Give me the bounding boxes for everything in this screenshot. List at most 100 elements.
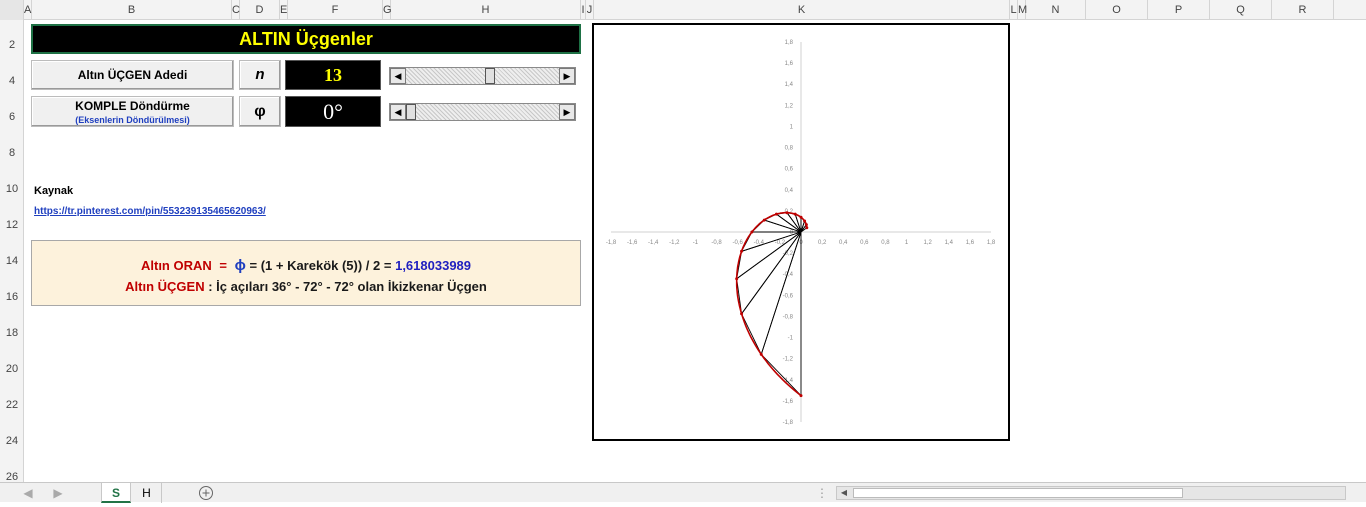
- spiral-point: [804, 223, 808, 227]
- sheet-tab-s[interactable]: S: [101, 483, 131, 503]
- x-tick-label: -0,4: [754, 240, 765, 246]
- rotate-value: 0°: [323, 99, 343, 124]
- chart-frame[interactable]: -1,8 -1,6 -1,4 -1,2 -1 -0,8 -0,6 -0,4 -0,2 0 0,2 0,…: [592, 23, 1010, 441]
- rotate-symbol: φ: [254, 103, 266, 120]
- row-4[interactable]: 4: [0, 75, 24, 87]
- count-slider-right-arrow-icon[interactable]: ▶: [559, 68, 575, 84]
- row-24[interactable]: 24: [0, 435, 24, 447]
- column-h[interactable]: H: [391, 0, 581, 20]
- row-10[interactable]: 10: [0, 183, 24, 195]
- column-q[interactable]: Q: [1210, 0, 1272, 20]
- column-l[interactable]: L: [1010, 0, 1018, 20]
- tab-nav-next-icon[interactable]: ▶: [50, 483, 66, 503]
- count-symbol-cell[interactable]: n: [239, 60, 281, 90]
- x-tick-label: -0,6: [732, 240, 743, 246]
- row-8[interactable]: 8: [0, 147, 24, 159]
- y-tick-label: -1,8: [783, 420, 794, 426]
- x-tick-label: -0,8: [711, 240, 722, 246]
- x-tick-label: -1,2: [669, 240, 680, 246]
- y-tick-label: -0,4: [783, 272, 794, 278]
- spiral-point: [750, 230, 754, 234]
- spiral-point: [799, 394, 803, 398]
- spiral-point: [785, 211, 789, 215]
- column-p[interactable]: P: [1148, 0, 1210, 20]
- golden-ratio-label: Altın ORAN: [140, 258, 212, 273]
- column-header: A B C D E F G H I J K L M N O P Q R: [0, 0, 1366, 20]
- row-16[interactable]: 16: [0, 291, 24, 303]
- horizontal-scrollbar[interactable]: ◀: [836, 486, 1346, 500]
- x-tick-label: 1,6: [966, 240, 975, 246]
- hscroll-left-arrow-icon[interactable]: ◀: [837, 487, 851, 499]
- rotate-label-button[interactable]: KOMPLE Döndürme (Eksenlerin Döndürülmesi…: [31, 96, 234, 127]
- spiral-point: [740, 249, 744, 253]
- sheet-tab-h-label: H: [142, 486, 151, 500]
- count-label: Altın ÜÇGEN Adedi: [77, 68, 188, 82]
- row-12[interactable]: 12: [0, 219, 24, 231]
- column-f[interactable]: F: [288, 0, 383, 20]
- select-all-corner[interactable]: [0, 0, 24, 20]
- y-tick-label: -1,2: [783, 357, 794, 363]
- sheet-tab-s-label: S: [111, 486, 120, 500]
- spiral-point: [774, 212, 778, 216]
- x-tick-label: -1,6: [627, 240, 638, 246]
- x-tick-label: 0,4: [839, 240, 848, 246]
- column-k[interactable]: K: [594, 0, 1010, 20]
- golden-ratio-line: Altın ORAN = ϕ = (1 + Karekök (5)) / 2 =…: [32, 255, 580, 276]
- row-22[interactable]: 22: [0, 399, 24, 411]
- row-14[interactable]: 14: [0, 255, 24, 267]
- spiral-point: [762, 218, 766, 222]
- count-symbol: n: [255, 66, 265, 83]
- column-c[interactable]: C: [232, 0, 240, 20]
- count-slider-left-arrow-icon[interactable]: ◀: [390, 68, 406, 84]
- rotate-slider[interactable]: ◀ ▶: [389, 103, 576, 121]
- column-a[interactable]: A: [24, 0, 32, 20]
- tab-split-handle-icon[interactable]: ⋮: [816, 483, 828, 503]
- row-6[interactable]: 6: [0, 111, 24, 123]
- y-tick-label: 1,6: [785, 61, 794, 67]
- rotate-symbol-cell[interactable]: φ: [239, 96, 281, 127]
- golden-triangle-chart[interactable]: -1,8 -1,6 -1,4 -1,2 -1 -0,8 -0,6 -0,4 -0,2 0 0,2 0,…: [594, 25, 1008, 439]
- row-20[interactable]: 20: [0, 363, 24, 375]
- rotate-slider-left-arrow-icon[interactable]: ◀: [390, 104, 406, 120]
- title-banner[interactable]: ALTIN Üçgenler: [31, 24, 581, 54]
- info-box: Altın ORAN = ϕ = (1 + Karekök (5)) / 2 =…: [31, 240, 581, 306]
- column-b[interactable]: B: [32, 0, 232, 20]
- x-tick-label: -0,2: [775, 240, 786, 246]
- count-label-button[interactable]: Altın ÜÇGEN Adedi: [31, 60, 234, 90]
- x-tick-label: 0,2: [818, 240, 827, 246]
- hscroll-thumb[interactable]: [853, 488, 1183, 498]
- column-o[interactable]: O: [1086, 0, 1148, 20]
- y-tick-label: -1: [788, 336, 794, 342]
- column-r[interactable]: R: [1272, 0, 1334, 20]
- rotate-slider-right-arrow-icon[interactable]: ▶: [559, 104, 575, 120]
- row-18[interactable]: 18: [0, 327, 24, 339]
- column-n[interactable]: N: [1026, 0, 1086, 20]
- count-slider[interactable]: ◀ ▶: [389, 67, 576, 85]
- sheet-tab-h[interactable]: H: [132, 483, 162, 503]
- y-tick-label: 0,4: [785, 188, 794, 194]
- column-j[interactable]: J: [586, 0, 594, 20]
- golden-spiral-curve: [735, 211, 808, 397]
- spiral-point: [805, 226, 809, 230]
- golden-ratio-eq: =: [219, 258, 227, 273]
- column-e[interactable]: E: [280, 0, 288, 20]
- row-2[interactable]: 2: [0, 39, 24, 51]
- spiral-point: [740, 312, 744, 316]
- x-tick-label: 1,2: [923, 240, 932, 246]
- plus-circle-icon[interactable]: [196, 483, 216, 503]
- y-tick-label: -0,6: [783, 293, 794, 299]
- rotate-slider-thumb[interactable]: [406, 104, 416, 120]
- y-tick-label: -0,8: [783, 314, 794, 320]
- row-header: 2 4 6 8 10 12 14 16 18 20 22 24 26: [0, 20, 24, 483]
- source-link[interactable]: https://tr.pinterest.com/pin/55323913546…: [34, 206, 266, 217]
- column-m[interactable]: M: [1018, 0, 1027, 20]
- column-d[interactable]: D: [240, 0, 280, 20]
- spiral-point: [759, 352, 763, 356]
- tab-nav-prev-icon[interactable]: ◀: [20, 483, 36, 503]
- count-slider-thumb[interactable]: [484, 68, 495, 84]
- count-value-display: 13: [285, 60, 381, 90]
- column-g[interactable]: G: [383, 0, 392, 20]
- spiral-point: [799, 215, 803, 219]
- x-tick-label: 0,8: [881, 240, 890, 246]
- x-tick-label: -1,4: [648, 240, 659, 246]
